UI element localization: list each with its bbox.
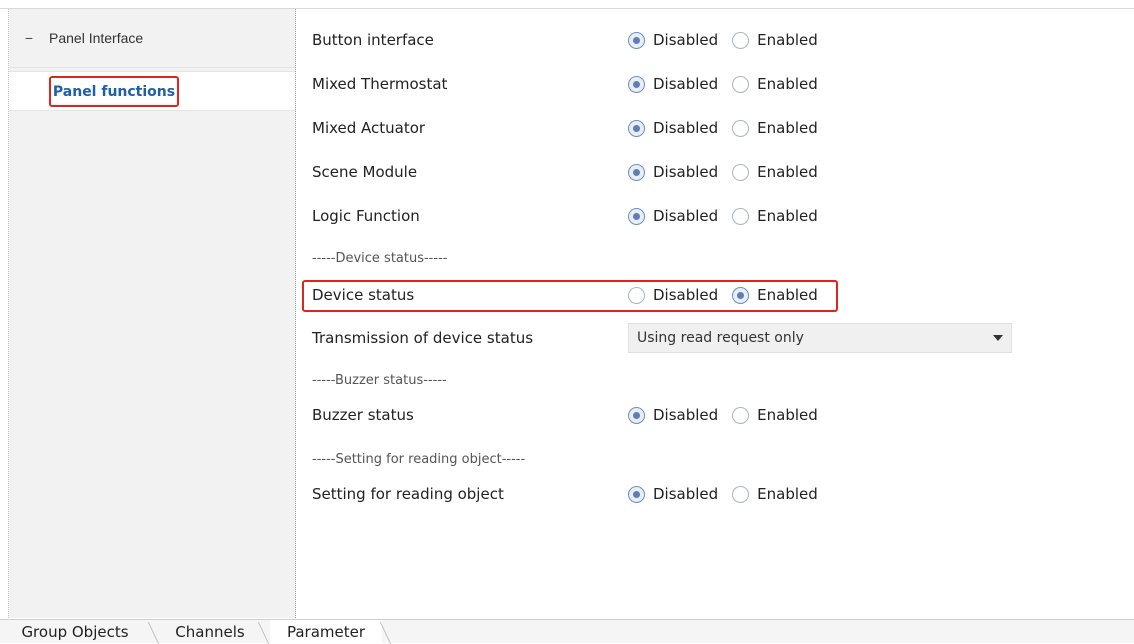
param-label: Scene Module <box>312 163 418 181</box>
radio-selected-icon[interactable] <box>628 119 645 137</box>
radio-disabled[interactable]: Disabled <box>628 31 718 49</box>
param-row-transmission: Transmission of device status Using read… <box>312 323 1012 353</box>
radio-selected-icon[interactable] <box>628 31 645 49</box>
radio-unselected-icon[interactable] <box>732 207 750 225</box>
param-label: Mixed Thermostat <box>312 75 448 93</box>
tab-parameter[interactable]: Parameter <box>270 620 382 644</box>
param-row-button-interface: Button interface Disabled Enabled <box>312 25 1012 55</box>
sidebar-tree: − Panel Interface Panel functions <box>8 9 296 618</box>
transmission-select[interactable]: Using read request only <box>628 323 1012 353</box>
param-label: Button interface <box>312 31 434 49</box>
radio-unselected-icon[interactable] <box>732 75 750 93</box>
tree-item-label[interactable]: Panel functions <box>49 76 179 107</box>
radio-enabled[interactable]: Enabled <box>732 119 818 137</box>
radio-disabled[interactable]: Disabled <box>628 163 718 181</box>
param-label: Setting for reading object <box>312 485 504 503</box>
chevron-down-icon[interactable] <box>993 335 1003 341</box>
collapse-icon[interactable]: − <box>9 30 49 46</box>
bottom-tab-bar: Group Objects Channels Parameter <box>0 619 1134 644</box>
radio-unselected-icon[interactable] <box>732 31 750 49</box>
radio-enabled[interactable]: Enabled <box>732 31 818 49</box>
radio-enabled[interactable]: Enabled <box>732 406 818 424</box>
param-row-buzzer-status: Buzzer status Disabled Enabled <box>312 400 1012 430</box>
param-row-mixed-actuator: Mixed Actuator Disabled Enabled <box>312 113 1012 143</box>
separator-buzzer-status: -----Buzzer status----- <box>312 372 447 388</box>
radio-unselected-icon[interactable] <box>732 485 750 503</box>
param-label: Transmission of device status <box>312 329 534 347</box>
radio-enabled[interactable]: Enabled <box>732 485 818 503</box>
param-row-logic-function: Logic Function Disabled Enabled <box>312 201 1012 231</box>
radio-disabled[interactable]: Disabled <box>628 119 718 137</box>
radio-enabled[interactable]: Enabled <box>732 207 818 225</box>
tree-group-panel-interface[interactable]: − Panel Interface <box>9 9 295 68</box>
separator-device-status: -----Device status----- <box>312 250 448 266</box>
param-row-scene-module: Scene Module Disabled Enabled <box>312 157 1012 187</box>
radio-disabled[interactable]: Disabled <box>628 485 718 503</box>
highlight-box-device-status <box>302 280 838 312</box>
radio-selected-icon[interactable] <box>628 406 645 424</box>
select-value: Using read request only <box>637 330 804 346</box>
param-row-mixed-thermostat: Mixed Thermostat Disabled Enabled <box>312 69 1012 99</box>
radio-selected-icon[interactable] <box>628 75 645 93</box>
radio-unselected-icon[interactable] <box>732 119 750 137</box>
tree-group-label[interactable]: Panel Interface <box>49 30 143 46</box>
parameter-panel: Button interface Disabled Enabled Mixed … <box>302 9 1134 619</box>
radio-enabled[interactable]: Enabled <box>732 163 818 181</box>
param-row-reading-object: Setting for reading object Disabled Enab… <box>312 479 1012 509</box>
param-label: Mixed Actuator <box>312 119 426 137</box>
radio-enabled[interactable]: Enabled <box>732 75 818 93</box>
tree-item-panel-functions[interactable]: Panel functions <box>9 71 295 111</box>
radio-disabled[interactable]: Disabled <box>628 207 718 225</box>
separator-reading-object: -----Setting for reading object----- <box>312 451 526 467</box>
radio-selected-icon[interactable] <box>628 163 645 181</box>
param-label: Logic Function <box>312 207 420 225</box>
radio-unselected-icon[interactable] <box>732 163 750 181</box>
radio-unselected-icon[interactable] <box>732 406 750 424</box>
radio-disabled[interactable]: Disabled <box>628 406 718 424</box>
tab-group-objects[interactable]: Group Objects <box>0 620 150 644</box>
param-label: Buzzer status <box>312 406 414 424</box>
radio-selected-icon[interactable] <box>628 485 645 503</box>
radio-selected-icon[interactable] <box>628 207 645 225</box>
radio-disabled[interactable]: Disabled <box>628 75 718 93</box>
tab-channels[interactable]: Channels <box>160 620 260 644</box>
